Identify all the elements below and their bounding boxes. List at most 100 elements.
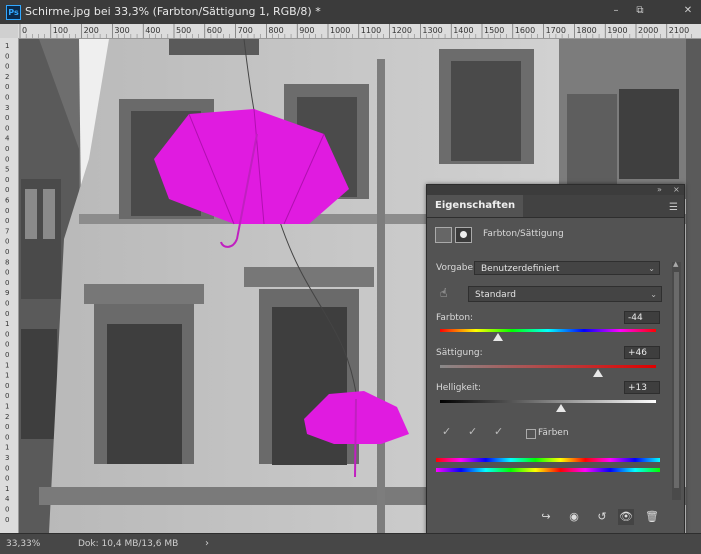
colorize-checkbox[interactable] [526, 429, 536, 439]
panel-bottom-toolbar: ↪ ◉ ↺ 👁 🗑 [426, 506, 683, 528]
ruler-label: 0 [5, 155, 9, 163]
ruler-label: 1 [5, 485, 9, 493]
saturation-value-field[interactable]: +46 [624, 346, 660, 359]
status-menu-arrow-icon[interactable]: › [205, 538, 209, 549]
reset-icon[interactable]: ↺ [594, 509, 610, 525]
ruler-label: 1000 [330, 26, 350, 35]
colorize-label: Färben [538, 428, 569, 438]
hue-slider-thumb[interactable] [493, 333, 504, 341]
ruler-label: 0 [5, 238, 9, 246]
ruler-label: 1 [5, 403, 9, 411]
hue-slider-track[interactable] [440, 329, 656, 332]
ruler-label: 500 [176, 26, 191, 35]
ruler-label: 0 [5, 176, 9, 184]
panel-menu-icon[interactable]: ☰ [669, 202, 678, 213]
ruler-label: 2 [5, 413, 9, 421]
visibility-eye-icon[interactable]: 👁 [618, 509, 634, 525]
ruler-label: 600 [207, 26, 222, 35]
ruler-label: 1700 [546, 26, 566, 35]
eyedropper-subtract-icon[interactable]: ✓ [494, 425, 503, 438]
canvas-vertical-scrollbar[interactable] [686, 39, 701, 533]
ruler-label: 9 [5, 289, 9, 297]
ruler-label: 0 [5, 423, 9, 431]
minimize-button[interactable]: – [608, 4, 624, 18]
on-image-adjust-hand-icon[interactable]: ☝ [440, 286, 456, 302]
saturation-slider-track[interactable] [440, 365, 656, 368]
ruler-label: 700 [238, 26, 253, 35]
ruler-label: 1 [5, 444, 9, 452]
ruler-label: 1 [5, 320, 9, 328]
panel-scrollbar[interactable]: ▲ [672, 260, 681, 500]
panel-scroll-thumb[interactable] [674, 272, 679, 488]
view-previous-state-icon[interactable]: ◉ [566, 509, 582, 525]
photoshop-logo-icon: Ps [6, 5, 21, 20]
adjustment-layer-icon[interactable] [435, 227, 452, 243]
lightness-value-field[interactable]: +13 [624, 381, 660, 394]
ruler-label: 7 [5, 227, 9, 235]
trash-icon[interactable]: 🗑 [644, 509, 660, 525]
ruler-label: 0 [5, 475, 9, 483]
adjustment-header: Farbton/Sättigung [435, 227, 675, 245]
ruler-label: 0 [5, 351, 9, 359]
ruler-label: 6 [5, 197, 10, 205]
status-bar: 33,33% Dok: 10,4 MB/13,6 MB › [0, 533, 701, 554]
tab-properties[interactable]: Eigenschaften [427, 195, 524, 217]
ruler-label: 0 [5, 382, 9, 390]
lightness-slider-track[interactable] [440, 400, 656, 403]
panel-tab-bar: Eigenschaften ☰ [427, 195, 684, 218]
preset-label: Vorgabe: [436, 263, 477, 273]
zoom-level[interactable]: 33,33% [6, 539, 40, 549]
ruler-label: 0 [5, 207, 9, 215]
lightness-label: Helligkeit: [436, 383, 482, 393]
collapse-icon[interactable]: » [657, 185, 662, 194]
channel-dropdown[interactable]: Standard ⌄ [468, 286, 662, 302]
ruler-label: 100 [53, 26, 68, 35]
ruler-label: 1 [5, 372, 9, 380]
layer-mask-icon[interactable] [455, 227, 472, 243]
ruler-label: 0 [5, 279, 9, 287]
lightness-slider-thumb[interactable] [555, 404, 566, 412]
ruler-label: 1300 [422, 26, 442, 35]
ruler-label: 0 [5, 94, 9, 102]
restore-button[interactable]: ⧉ [632, 4, 648, 18]
clip-to-layer-icon[interactable]: ↪ [538, 509, 554, 525]
panel-close-icon[interactable]: × [673, 185, 680, 194]
hue-value-field[interactable]: -44 [624, 311, 660, 324]
channel-value: Standard [475, 290, 516, 300]
ruler-label: 1200 [392, 26, 412, 35]
ruler-label: 0 [5, 217, 9, 225]
ruler-label: 3 [5, 454, 9, 462]
ruler-label: 1100 [361, 26, 381, 35]
eyedropper-icon[interactable]: ✓ [442, 425, 451, 438]
ruler-label: 300 [114, 26, 129, 35]
chevron-down-icon: ⌄ [650, 290, 657, 299]
document-size: Dok: 10,4 MB/13,6 MB [78, 539, 179, 549]
saturation-label: Sättigung: [436, 348, 483, 358]
ruler-label: 1600 [515, 26, 535, 35]
saturation-slider-thumb[interactable] [592, 369, 603, 377]
eyedropper-add-icon[interactable]: ✓ [468, 425, 477, 438]
ruler-label: 800 [268, 26, 283, 35]
preset-value: Benutzerdefiniert [481, 264, 560, 274]
ruler-label: 2100 [669, 26, 689, 35]
ruler-label: 200 [84, 26, 99, 35]
ruler-label: 0 [5, 300, 9, 308]
ruler-label: 2000 [638, 26, 658, 35]
ruler-label: 3 [5, 104, 9, 112]
ruler-label: 0 [5, 83, 9, 91]
ruler-label: 1 [5, 361, 9, 369]
adjustment-title: Farbton/Sättigung [483, 229, 564, 239]
close-button[interactable]: ✕ [680, 4, 696, 18]
ruler-label: 0 [5, 124, 9, 132]
ruler-label: 0 [5, 114, 9, 122]
preset-dropdown[interactable]: Benutzerdefiniert ⌄ [474, 261, 660, 275]
scroll-up-icon[interactable]: ▲ [673, 260, 678, 268]
input-color-bar [436, 458, 660, 462]
horizontal-ruler[interactable]: 0 100 200 300 400 500 600 700 800 900 1000 1100 1200… [18, 24, 701, 39]
ruler-corner[interactable] [0, 24, 19, 39]
panel-collapse-bar[interactable]: » × [427, 185, 684, 195]
vertical-ruler[interactable]: 1 0 0 2 0 0 3 0 0 4 0 0 5 0 0 6 0 0 7 0 0 8 0 0 9 0 0 1 0 0 0 1 1 0 0 1 2 0 0 1… [0, 38, 19, 533]
ruler-label: 1800 [576, 26, 596, 35]
chevron-down-icon: ⌄ [648, 264, 655, 273]
hue-label: Farbton: [436, 313, 474, 323]
